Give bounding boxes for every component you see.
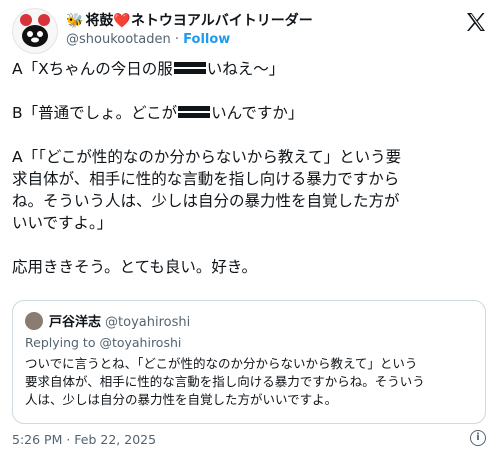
tweet-body: A「Xちゃんの今日の服 いねえ～」 B「普通でしょ。どこが いんですか」 A「「どこ…: [12, 58, 488, 278]
tweet-line: A「「どこが性的なのか分からないから教えて」という要: [12, 148, 402, 166]
replying-to: Replying to @toyahiroshi: [25, 335, 182, 350]
follow-button[interactable]: Follow: [183, 32, 230, 47]
avatar[interactable]: [12, 8, 58, 54]
tweet-line: ね。そういう人は、少しは自分の暴力性を自覚した方が: [12, 192, 400, 210]
display-name-row[interactable]: 🐝 将鼓❤️ネトウヨアルバイトリーダー: [66, 10, 313, 30]
censor-mark: [178, 105, 211, 119]
quoted-line: 要求自体が、相手に性的な言動を指し向ける暴力ですからね。そういう: [25, 374, 425, 389]
info-icon[interactable]: i: [470, 430, 486, 446]
tweet-line: A「Xちゃんの今日の服 いねえ～」: [12, 60, 285, 78]
tweet-header: 🐝 将鼓❤️ネトウヨアルバイトリーダー @shoukootaden · Follo…: [12, 8, 488, 54]
user-handle[interactable]: @shoukootaden: [66, 32, 171, 47]
separator-dot: ·: [174, 32, 180, 47]
quoted-line: ついでに言うとね、「どこが性的なのか分からないから教えて」という: [25, 356, 418, 371]
handle-row: @shoukootaden · Follow: [66, 32, 230, 47]
timestamp[interactable]: 5:26 PM · Feb 22, 2025: [12, 432, 156, 447]
censor-mark: [173, 61, 206, 75]
tweet-line: いいですよ。」: [12, 214, 113, 232]
quoted-body: ついでに言うとね、「どこが性的なのか分からないから教えて」という 要求自体が、相…: [25, 355, 473, 409]
quoted-avatar: [25, 312, 43, 330]
x-logo-icon[interactable]: [464, 10, 488, 34]
quoted-line: 人は、少しは自分の暴力性を自覚した方がいいですよ。: [25, 392, 338, 407]
display-name: 将鼓❤️ネトウヨアルバイトリーダー: [85, 13, 313, 29]
tweet-line: 応用ききそう。とても良い。好き。: [12, 258, 258, 276]
quoted-name: 戸谷洋志: [49, 315, 102, 330]
quoted-author: 戸谷洋志 @toyahiroshi: [25, 311, 190, 330]
tweet-line: B「普通でしょ。どこが いんですか」: [12, 104, 304, 122]
avatar-image: [13, 9, 57, 53]
quoted-tweet[interactable]: 戸谷洋志 @toyahiroshi Replying to @toyahirosh…: [12, 300, 486, 424]
quoted-handle: @toyahiroshi: [105, 315, 191, 330]
bee-badge-icon: 🐝: [66, 13, 84, 29]
tweet-line: 求自体が、相手に性的な言動を指し向ける暴力ですから: [12, 170, 400, 188]
